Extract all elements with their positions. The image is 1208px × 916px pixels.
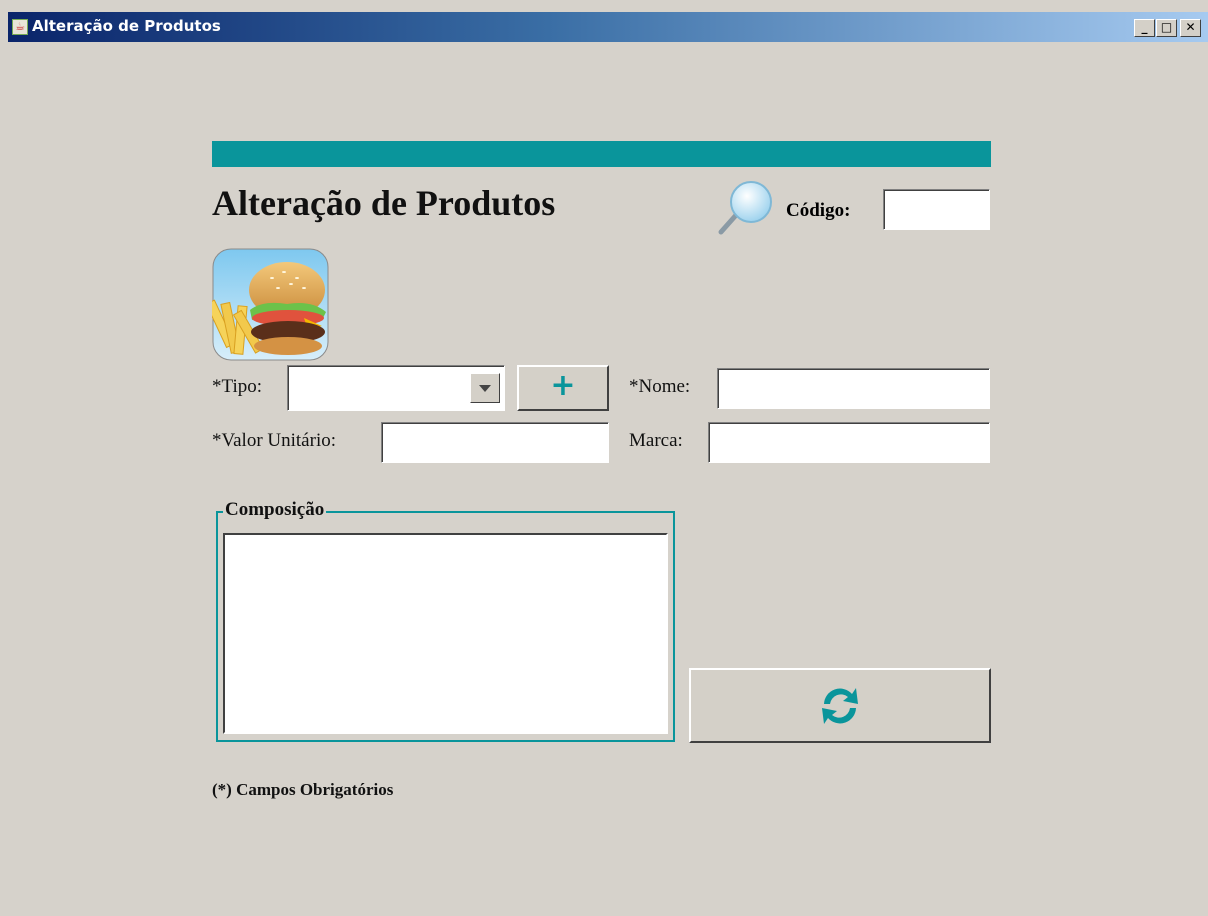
chevron-down-icon[interactable] <box>470 373 500 403</box>
required-fields-note: (*) Campos Obrigatórios <box>212 780 394 799</box>
java-cup-icon: ☕ <box>12 19 28 35</box>
composicao-textarea[interactable] <box>223 533 668 734</box>
valor-unitario-label: *Valor Unitário: <box>212 430 337 451</box>
composicao-group: Composição <box>216 499 675 742</box>
window-title: Alteração de Produtos <box>32 17 221 35</box>
maximize-button[interactable]: □ <box>1156 19 1177 37</box>
marca-label: Marca: <box>629 430 683 451</box>
tipo-select[interactable] <box>287 365 505 411</box>
code-input[interactable] <box>883 189 990 230</box>
refresh-icon <box>822 688 858 724</box>
tipo-label: *Tipo: <box>212 376 262 397</box>
nome-input[interactable] <box>717 368 990 409</box>
valor-unitario-input[interactable] <box>381 422 609 463</box>
header-accent-bar <box>212 141 991 167</box>
close-button[interactable]: ✕ <box>1180 19 1201 37</box>
page-title: Alteração de Produtos <box>212 183 556 223</box>
composicao-legend: Composição <box>223 499 327 521</box>
nome-label: *Nome: <box>629 376 691 397</box>
title-bar[interactable]: ☕ Alteração de Produtos _ □ ✕ <box>8 12 1208 42</box>
burger-fries-image <box>212 248 329 361</box>
code-label: Código: <box>786 200 851 221</box>
add-tipo-button[interactable]: + <box>517 365 609 411</box>
marca-input[interactable] <box>708 422 990 463</box>
search-icon[interactable] <box>715 178 775 238</box>
refresh-button[interactable] <box>689 668 991 743</box>
minimize-button[interactable]: _ <box>1134 19 1155 37</box>
